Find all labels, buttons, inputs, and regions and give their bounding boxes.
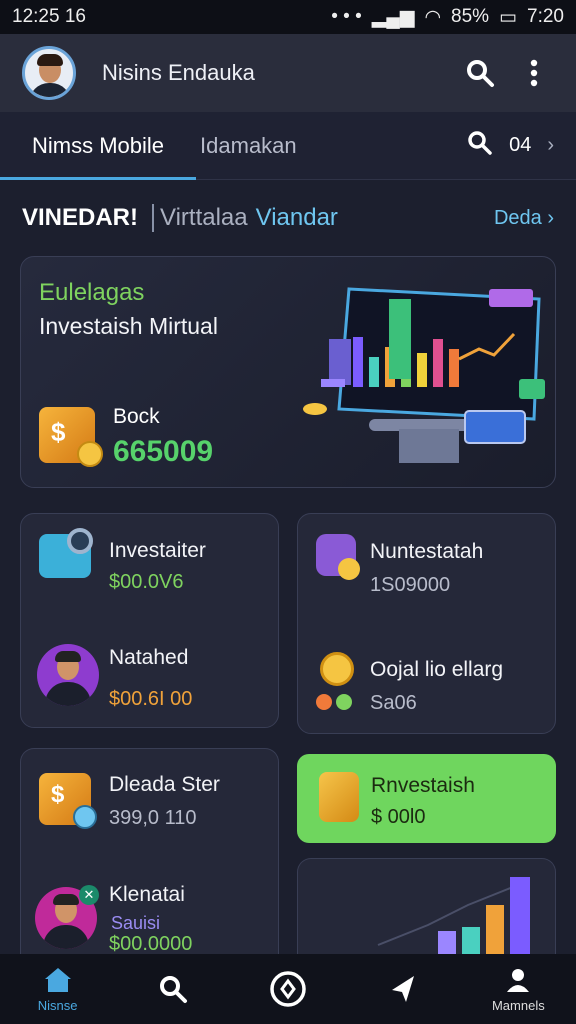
chevron-right-icon: › bbox=[547, 206, 554, 229]
hero-stock-label: Bock bbox=[113, 405, 160, 428]
investor-avatar bbox=[37, 644, 99, 706]
more-label: Deda bbox=[493, 206, 542, 229]
search-icon[interactable] bbox=[460, 53, 500, 93]
section-subtitle-blue: Viandar bbox=[255, 204, 338, 231]
chevron-right-icon[interactable]: › bbox=[547, 134, 554, 157]
send-icon bbox=[392, 976, 415, 1002]
nav-send[interactable] bbox=[353, 954, 453, 1024]
nav-explore[interactable] bbox=[238, 954, 338, 1024]
close-badge-icon[interactable]: ✕ bbox=[79, 885, 99, 905]
section-more-link[interactable]: Deda › bbox=[494, 207, 554, 230]
tab-search-icon[interactable] bbox=[467, 130, 493, 162]
highlight-card[interactable]: Rnvestaish $ 00l0 bbox=[297, 754, 556, 843]
tab-nimss-mobile[interactable]: Nimss Mobile bbox=[0, 112, 197, 180]
status-bar: 12:25 16 • • • ▂▄▆ ◠ 85% ▭ 7:20 bbox=[0, 0, 576, 34]
shield-coin-icon bbox=[316, 534, 360, 580]
small-coins-icon bbox=[316, 694, 356, 712]
nav-home[interactable]: Nisnse bbox=[8, 954, 108, 1024]
app-bar: Nisins Endauka bbox=[0, 34, 576, 112]
magnifier-box-icon bbox=[39, 528, 93, 578]
nav-profile[interactable]: Mamnels bbox=[468, 954, 568, 1024]
battery-icon: ▭ bbox=[499, 6, 518, 28]
coin-box-icon: $ bbox=[39, 407, 103, 467]
gold-coin-icon bbox=[319, 772, 359, 822]
hero-card[interactable]: Eulelagas Investaish Mirtual $ Bock 6650… bbox=[20, 256, 556, 488]
notification-icons: • • • bbox=[331, 6, 362, 27]
investment-card-1[interactable]: Investaiter $00.0V6 Natahed $00.6I 00 bbox=[20, 513, 279, 728]
card-value-secondary: $00.6I 00 bbox=[109, 688, 193, 710]
home-icon bbox=[44, 967, 71, 992]
nav-home-label: Nisnse bbox=[37, 997, 78, 1013]
section-header: VINEDAR! Virttalaa Viandar Deda › bbox=[22, 198, 554, 238]
section-subtitle-gray: Virttalaa bbox=[152, 204, 248, 232]
avatar[interactable] bbox=[22, 46, 76, 100]
growth-chart-card[interactable] bbox=[297, 858, 556, 955]
card-title: Rnvestaish bbox=[371, 774, 475, 797]
card-value: 1S09000 bbox=[370, 574, 451, 596]
card-title-secondary: Oojal lio ellarg bbox=[370, 658, 504, 681]
card-title: Dleada Ster bbox=[109, 773, 220, 796]
card-title: Investaiter bbox=[109, 539, 206, 562]
search-icon bbox=[159, 976, 187, 1003]
nav-search[interactable] bbox=[123, 954, 223, 1024]
nav-profile-label: Mamnels bbox=[491, 997, 545, 1013]
status-time-right: 7:20 bbox=[527, 6, 564, 27]
card-value: $ 00l0 bbox=[371, 806, 426, 828]
hero-heading: Investaish Mirtual bbox=[39, 313, 218, 339]
card-title: Nuntestatah bbox=[370, 540, 484, 563]
status-time-left: 12:25 16 bbox=[12, 6, 86, 27]
card-value: 399,0 110 bbox=[109, 807, 197, 829]
growth-chart-illustration bbox=[377, 877, 530, 955]
card-value: $00.0V6 bbox=[109, 571, 184, 593]
card-title-tertiary: Klenatai bbox=[109, 883, 185, 906]
card-subtitle: Sauisi bbox=[111, 913, 161, 933]
card-value-tertiary: $00.0000 bbox=[109, 933, 193, 955]
card-title-secondary: Natahed bbox=[109, 646, 189, 669]
compass-icon bbox=[270, 971, 306, 1007]
tab-count: 04 bbox=[509, 134, 532, 156]
hero-kicker: Eulelagas bbox=[39, 279, 145, 306]
investment-card-2[interactable]: Nuntestatah 1S09000 Oojal lio ellarg Sa0… bbox=[297, 513, 556, 734]
bottom-navigation: Nisnse Mamnels bbox=[0, 954, 576, 1024]
hero-stock-value: 665009 bbox=[113, 435, 214, 468]
investment-card-3[interactable]: $ Dleada Ster 399,0 110 ✕ Klenatai Sauis… bbox=[20, 748, 279, 955]
tab-idamakan[interactable]: Idamakan bbox=[196, 112, 329, 180]
profile-icon bbox=[507, 968, 530, 992]
battery-percent: 85% bbox=[451, 6, 490, 27]
more-vert-icon[interactable] bbox=[514, 53, 554, 93]
signal-icon: ▂▄▆ bbox=[371, 6, 415, 28]
app-title: Nisins Endauka bbox=[102, 60, 255, 85]
laptop-chart-illustration bbox=[303, 287, 545, 463]
wifi-icon: ◠ bbox=[424, 6, 442, 28]
coin-box-icon: $ bbox=[39, 773, 97, 829]
card-value-secondary: Sa06 bbox=[370, 692, 417, 714]
tab-bar: Nimss Mobile Idamakan 04 › bbox=[0, 112, 576, 180]
coin-sparkle-icon bbox=[320, 652, 354, 686]
section-title: VINEDAR! bbox=[22, 204, 139, 231]
